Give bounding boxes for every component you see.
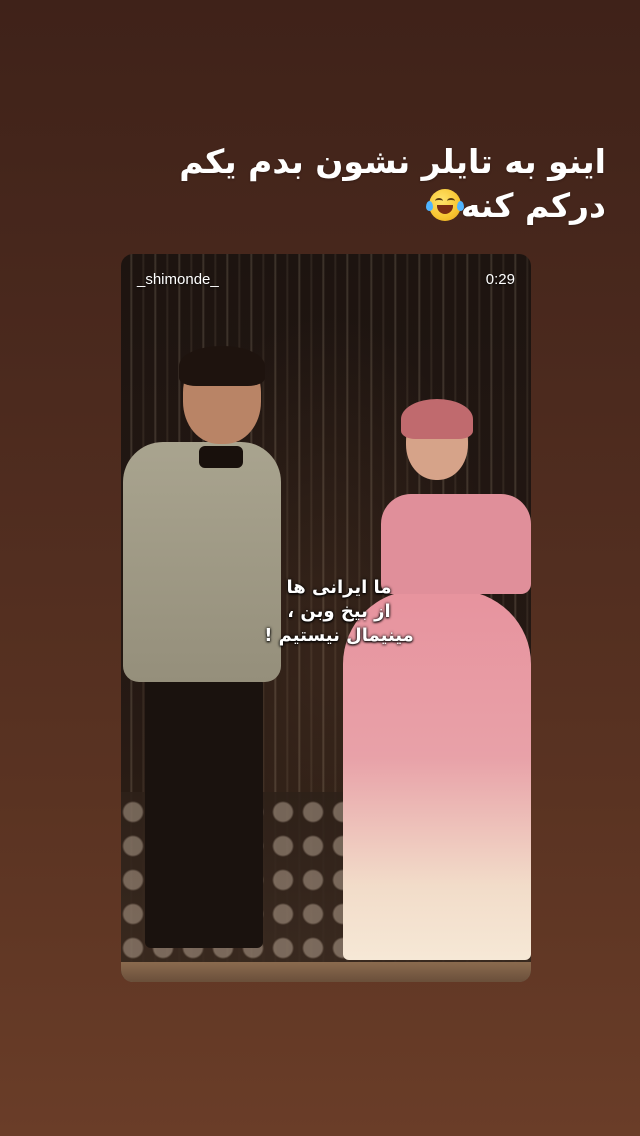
shared-video-card[interactable]: _shimonde_ 0:29 ما ایرانی ها از بیخ وبن … xyxy=(121,254,531,982)
caption-line-2-text: درکم کنه xyxy=(460,186,606,225)
overlay-line-1: ما ایرانی ها xyxy=(286,577,392,598)
story-caption: اینو به تایلر نشون بدم یکم درکم کنه xyxy=(86,140,606,228)
caption-line-1: اینو به تایلر نشون بدم یکم xyxy=(179,142,606,181)
face-with-tears-of-joy-icon xyxy=(425,189,464,221)
video-duration: 0:29 xyxy=(485,271,515,288)
caption-line-2: درکم کنه xyxy=(86,184,606,228)
overlay-line-3: مینیمال نیستیم ! xyxy=(264,625,414,646)
video-overlay-text: ما ایرانی ها از بیخ وبن ، مینیمال نیستیم… xyxy=(239,576,439,648)
overlay-line-2: از بیخ وبن ، xyxy=(287,601,391,622)
post-username[interactable]: _shimonde_ xyxy=(137,271,219,288)
